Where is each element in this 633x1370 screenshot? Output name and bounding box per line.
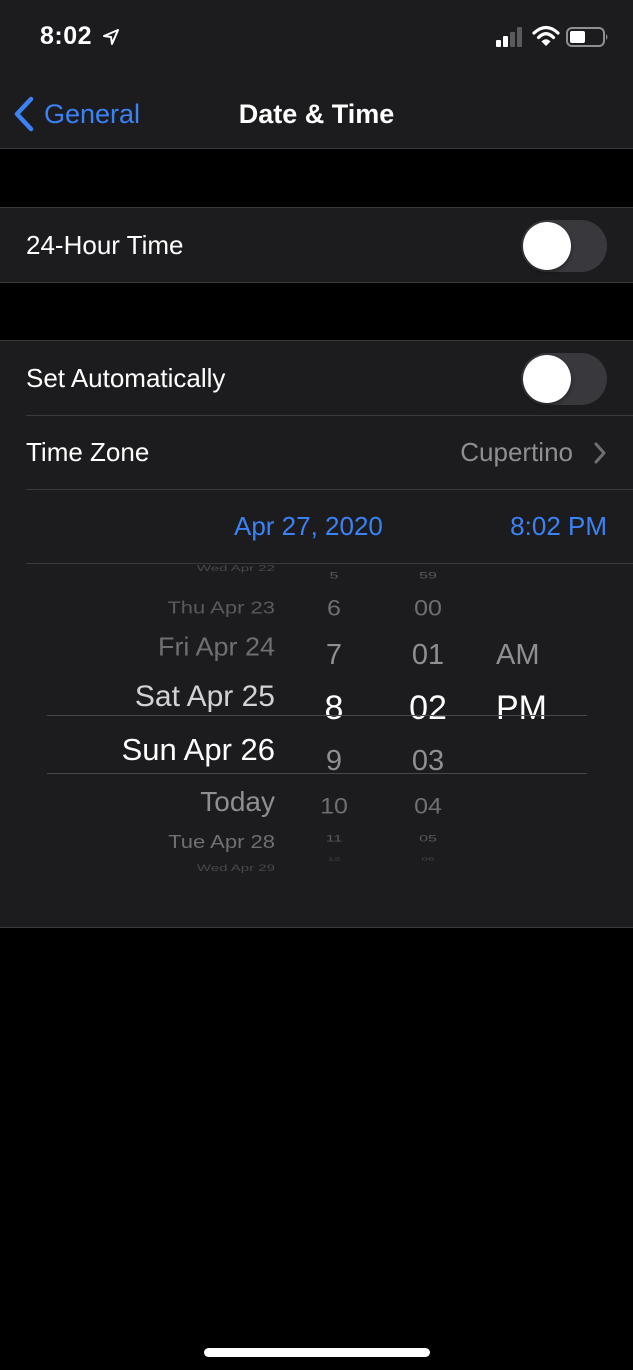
picker-item[interactable]: Fri Apr 24 [158, 634, 275, 660]
toggle-knob [523, 355, 571, 403]
picker-item[interactable]: 7 [294, 640, 374, 670]
navigation-bar: General Date & Time [0, 80, 633, 149]
picker-item[interactable]: Sat Apr 25 [135, 682, 275, 712]
picker-item[interactable]: 11 [294, 834, 374, 844]
picker-item[interactable]: 59 [388, 571, 468, 581]
row-set-automatically: Set Automatically [0, 341, 633, 415]
picker-selection-bottom-line [47, 773, 587, 774]
hour24-label: 24-Hour Time [26, 230, 184, 260]
settings-group-clock: 24-Hour Time [0, 207, 633, 283]
chevron-left-icon [14, 96, 34, 132]
settings-group-datetime: Set Automatically Time Zone Cupertino Ap… [0, 340, 633, 928]
picker-item[interactable]: Thu Apr 23 [167, 599, 275, 617]
wifi-icon [532, 25, 560, 46]
back-label: General [44, 98, 141, 129]
back-button[interactable]: General [12, 92, 140, 136]
picker-item[interactable]: 05 [388, 834, 468, 844]
row-time-zone[interactable]: Time Zone Cupertino [0, 415, 633, 489]
picker-item[interactable]: 9 [294, 746, 374, 776]
location-arrow-icon [103, 29, 119, 45]
hour24-toggle[interactable] [521, 220, 607, 272]
set-auto-label: Set Automatically [26, 363, 226, 393]
current-time-button[interactable]: 8:02 PM [510, 489, 607, 563]
battery-icon [566, 27, 608, 47]
picker-item[interactable]: Wed Apr 29 [197, 864, 275, 873]
timezone-value: Cupertino [460, 437, 573, 467]
picker-item[interactable]: 00 [388, 596, 468, 620]
picker-item[interactable]: Wed Apr 22 [197, 564, 275, 572]
picker-item[interactable]: 12 [294, 857, 374, 862]
picker-item[interactable]: 8 [294, 691, 374, 725]
picker-item[interactable]: PM [496, 691, 547, 725]
cellular-signal-icon [496, 27, 522, 47]
status-bar: 8:02 [0, 0, 633, 80]
home-indicator [204, 1348, 430, 1357]
row-24-hour-time: 24-Hour Time [0, 208, 633, 282]
status-time: 8:02 [40, 22, 93, 50]
set-auto-toggle[interactable] [521, 353, 607, 405]
picker-item[interactable]: Sun Apr 26 [122, 734, 275, 765]
picker-item[interactable]: Today [200, 788, 275, 816]
picker-item[interactable]: 6 [294, 596, 374, 620]
picker-selection-top-line [47, 715, 587, 716]
chevron-right-icon [594, 442, 606, 464]
picker-item[interactable]: AM [496, 640, 540, 670]
row-current-datetime: Apr 27, 2020 8:02 PM [0, 489, 633, 563]
picker-item[interactable]: 5 [294, 571, 374, 581]
picker-item[interactable]: 04 [388, 794, 468, 818]
timezone-label: Time Zone [26, 437, 150, 467]
toggle-knob [523, 222, 571, 270]
picker-item[interactable]: 02 [388, 691, 468, 725]
picker-item[interactable]: Tue Apr 28 [168, 832, 275, 852]
picker-item[interactable]: 06 [388, 857, 468, 862]
picker-item[interactable]: 03 [388, 746, 468, 776]
date-time-picker[interactable]: Wed Apr 22 Thu Apr 23 Fri Apr 24 Sat Apr 25… [0, 563, 633, 927]
current-date-button[interactable]: Apr 27, 2020 [234, 489, 383, 563]
picker-item[interactable]: 01 [388, 640, 468, 670]
picker-item[interactable]: 10 [294, 794, 374, 818]
